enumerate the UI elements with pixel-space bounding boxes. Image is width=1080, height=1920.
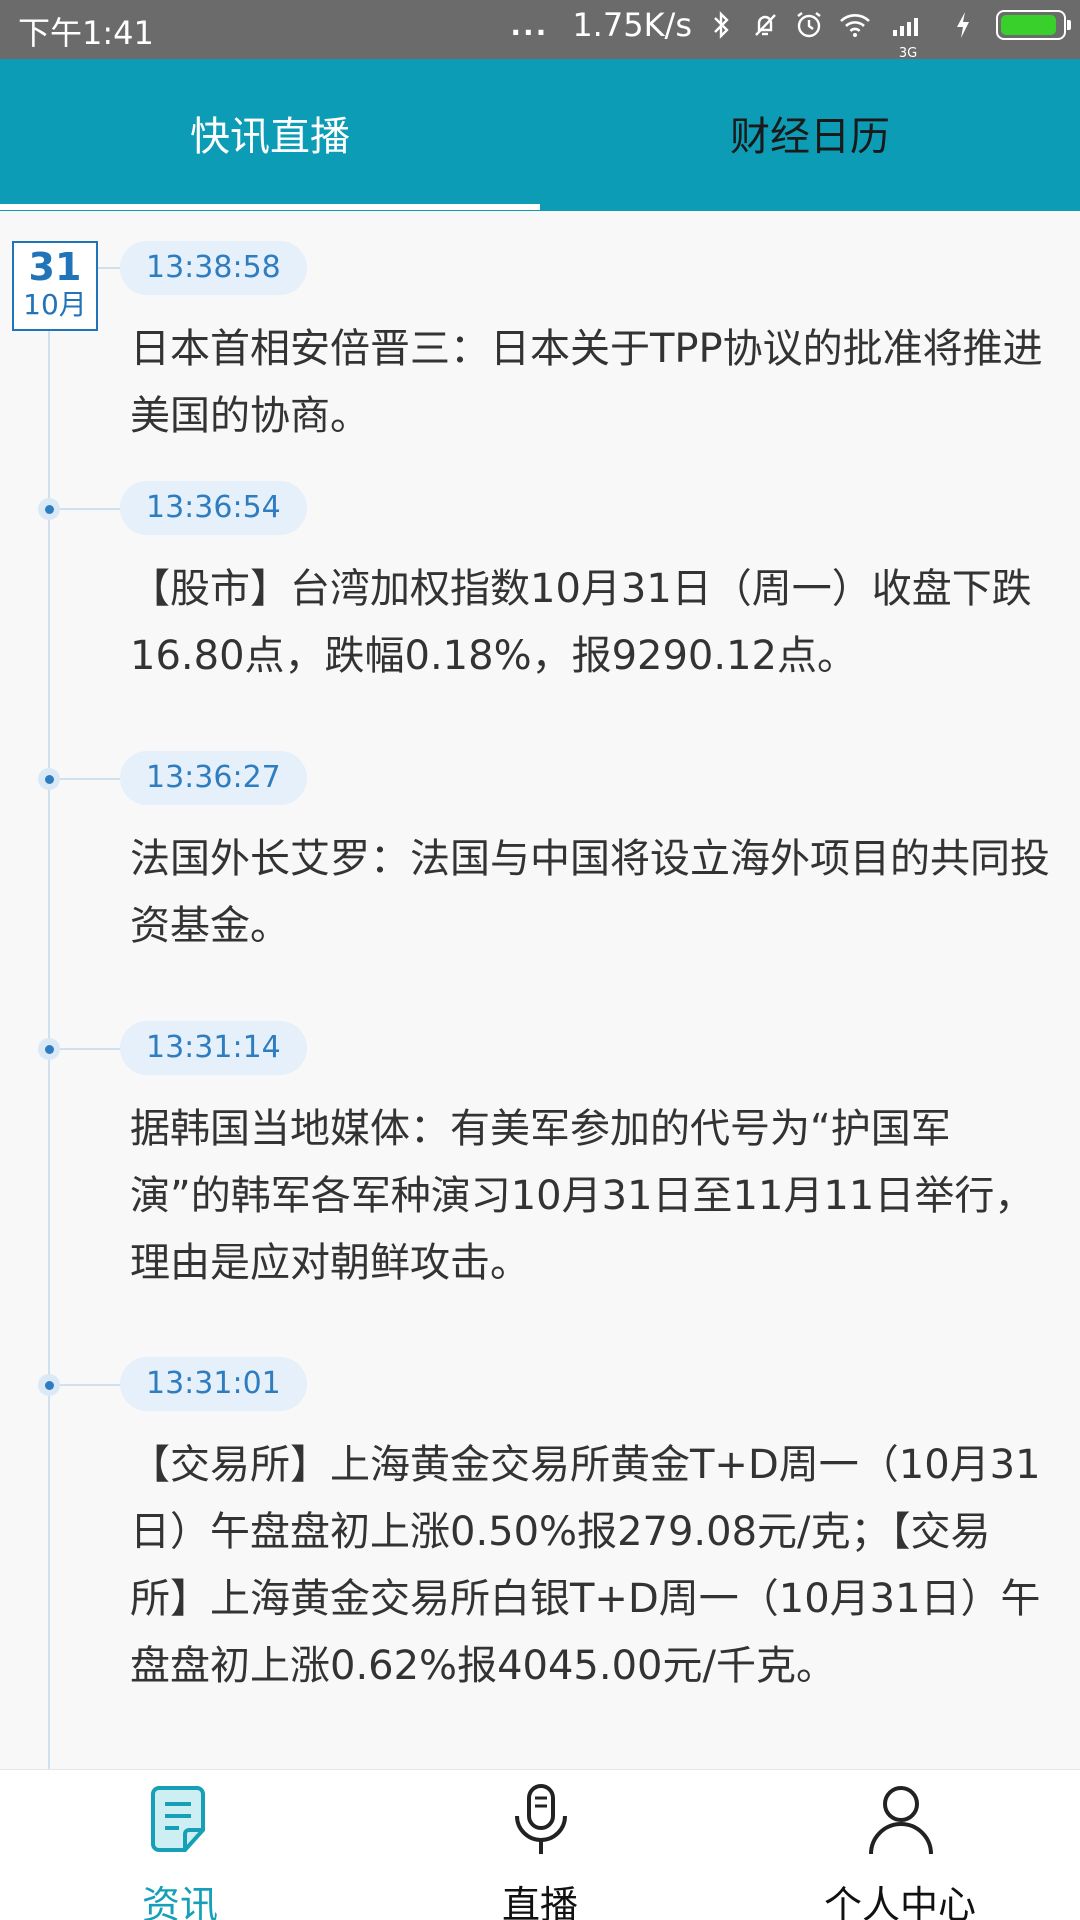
top-tab-bar: 快讯直播 财经日历	[0, 59, 1080, 211]
news-text: 【交易所】上海黄金交易所黄金T+D周一（10月31日）午盘盘初上涨0.50%报2…	[130, 1442, 1041, 1689]
charging-icon	[948, 10, 978, 40]
timeline-connector	[98, 267, 122, 269]
news-feed[interactable]: 31 10月 13:38:58 日本首相安倍晋三：日本关于TPP协议的批准将推进…	[0, 211, 1080, 1769]
news-text: 日本首相安倍晋三：日本关于TPP协议的批准将推进美国的协商。	[130, 326, 1043, 439]
timeline-connector	[60, 1048, 122, 1050]
nav-news[interactable]: 资讯	[0, 1770, 360, 1920]
network-speed: 1.75K/s	[572, 6, 692, 44]
user-profile-icon	[865, 1780, 937, 1860]
bluetooth-icon	[706, 10, 736, 40]
news-time: 13:31:01	[120, 1357, 307, 1411]
news-text: 法国外长艾罗：法国与中国将设立海外项目的共同投资基金。	[130, 836, 1050, 949]
nav-live-label: 直播	[501, 1883, 578, 1920]
nav-profile[interactable]: 个人中心	[720, 1770, 1080, 1920]
news-time: 13:31:14	[120, 1021, 307, 1075]
app-screen: 下午1:41 ... 1.75K/s 3G1X	[0, 0, 1080, 1920]
date-badge: 31 10月	[12, 241, 98, 331]
news-time: 13:38:58	[120, 241, 307, 295]
timeline-connector	[60, 508, 122, 510]
nav-news-label: 资讯	[141, 1883, 218, 1920]
news-text: 【股市】台湾加权指数10月31日（周一）收盘下跌16.80点，跌幅0.18%，报…	[130, 566, 1032, 679]
mute-vibrate-icon	[750, 10, 780, 40]
news-document-icon	[145, 1780, 217, 1860]
wifi-icon	[838, 10, 870, 40]
date-month: 10月	[23, 288, 87, 321]
alarm-icon	[794, 10, 824, 40]
news-time: 13:36:54	[120, 481, 307, 535]
microphone-icon	[505, 1780, 577, 1860]
timeline-connector	[60, 778, 122, 780]
status-time: 下午1:41	[18, 14, 154, 52]
signal-icon: 3G1X	[882, 10, 934, 73]
news-text: 据韩国当地媒体：有美军参加的代号为“护国军演”的韩军各军种演习10月31日至11…	[130, 1106, 1035, 1286]
timeline-connector	[60, 1384, 122, 1386]
nav-live[interactable]: 直播	[360, 1770, 720, 1920]
tab-flash-news[interactable]: 快讯直播	[0, 59, 540, 207]
active-tab-indicator	[0, 204, 540, 210]
battery-icon	[996, 10, 1071, 40]
status-bar: 下午1:41 ... 1.75K/s 3G1X	[0, 0, 1080, 73]
bottom-navigation: 资讯 直播 个人中心	[0, 1769, 1080, 1920]
status-icons: ... 1.75K/s 3G1X	[510, 6, 1071, 73]
news-time: 13:36:27	[120, 751, 307, 805]
date-day: 31	[28, 245, 82, 289]
tab-finance-calendar[interactable]: 财经日历	[540, 59, 1080, 207]
nav-profile-label: 个人中心	[823, 1883, 976, 1920]
status-dots: ...	[510, 8, 549, 42]
